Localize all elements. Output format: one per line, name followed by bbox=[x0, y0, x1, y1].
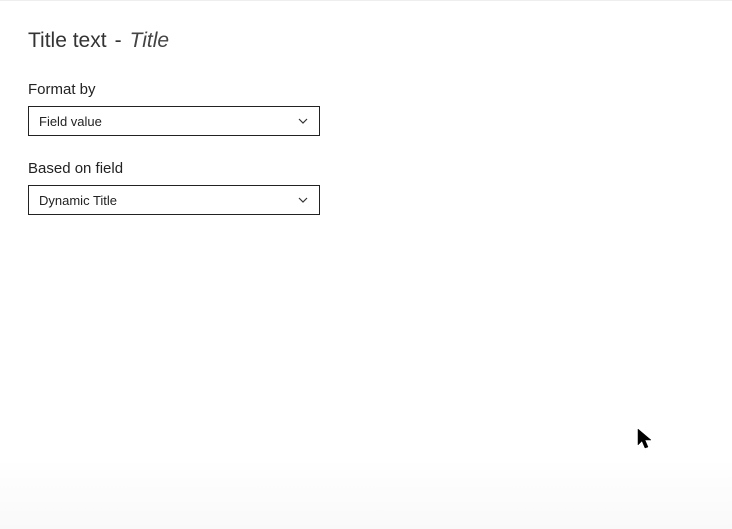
format-by-dropdown[interactable]: Field value bbox=[28, 106, 320, 136]
based-on-field-label: Based on field bbox=[28, 160, 704, 177]
format-by-group: Format by Field value bbox=[28, 81, 704, 136]
dialog-header: Title text - Title bbox=[28, 29, 704, 53]
based-on-field-value: Dynamic Title bbox=[39, 193, 297, 208]
format-by-value: Field value bbox=[39, 114, 297, 129]
chevron-down-icon bbox=[297, 194, 309, 206]
dialog-content: Title text - Title Format by Field value… bbox=[0, 0, 732, 529]
based-on-field-group: Based on field Dynamic Title bbox=[28, 160, 704, 215]
header-separator: - bbox=[115, 29, 122, 53]
format-by-label: Format by bbox=[28, 81, 704, 98]
header-title: Title bbox=[130, 29, 170, 53]
based-on-field-dropdown[interactable]: Dynamic Title bbox=[28, 185, 320, 215]
mouse-cursor-icon bbox=[636, 427, 654, 451]
header-prefix: Title text bbox=[28, 29, 107, 53]
chevron-down-icon bbox=[297, 115, 309, 127]
bottom-fade bbox=[0, 459, 732, 529]
